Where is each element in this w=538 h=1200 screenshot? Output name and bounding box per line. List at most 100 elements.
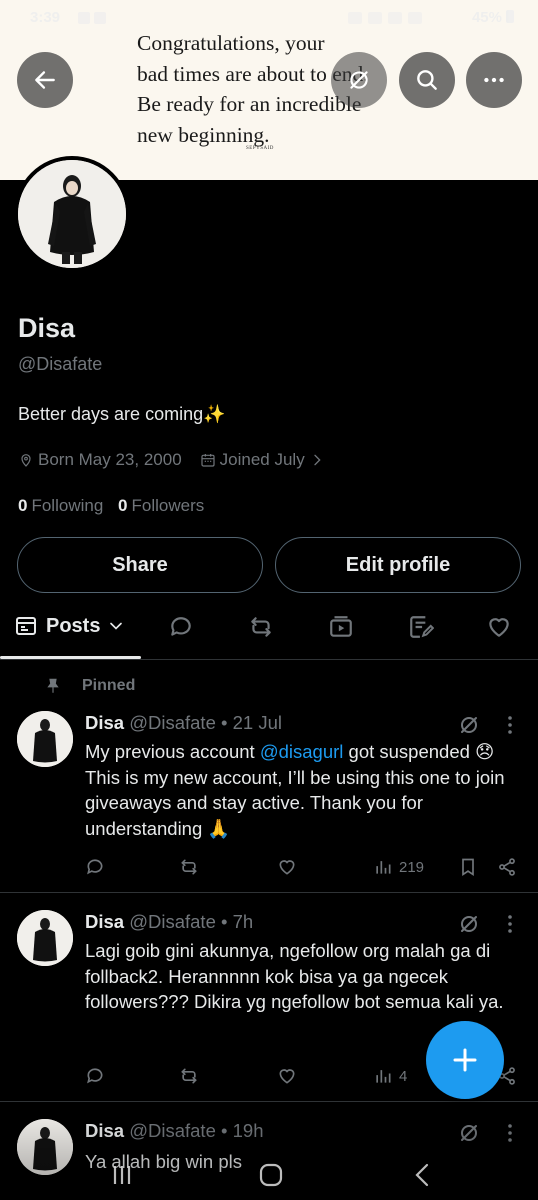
back-button[interactable] [17, 52, 73, 108]
plus-icon [453, 1048, 477, 1072]
views-button[interactable]: 219 [373, 855, 424, 879]
post-author-handle[interactable]: @Disafate [129, 712, 216, 733]
profile-tabs: Posts [0, 600, 538, 660]
post-header: Disa @Disafate • 21 Jul [85, 712, 283, 733]
back-nav-icon[interactable] [410, 1162, 436, 1188]
joined-item[interactable]: Joined July [200, 450, 329, 470]
profile-meta: Born May 23, 2000 Joined July [18, 450, 347, 470]
notification-icons [78, 11, 114, 24]
recents-icon[interactable] [109, 1162, 135, 1188]
profile-handle: @Disafate [18, 354, 103, 374]
follow-counts: 0 Following 0 Followers [18, 496, 214, 516]
profile-name: Disa [18, 313, 76, 343]
chevron-down-icon [110, 622, 123, 630]
system-nav-bar [0, 1150, 538, 1200]
repost-button[interactable] [179, 855, 199, 879]
reply-button[interactable] [85, 855, 105, 879]
joined-text: Joined July [219, 450, 305, 469]
like-button[interactable] [277, 1064, 297, 1088]
arrow-left-icon [35, 71, 55, 89]
repost-icon [181, 1068, 197, 1084]
tab-posts[interactable]: Posts [14, 614, 134, 638]
posts-tab-icon [16, 617, 36, 635]
more-vertical-icon[interactable] [507, 914, 513, 934]
grok-icon[interactable] [457, 713, 481, 737]
following-label: Following [31, 496, 104, 515]
share-button[interactable]: Share [17, 537, 263, 593]
chevron-right-icon [314, 454, 321, 466]
post-time[interactable]: 7h [233, 911, 254, 932]
system-icons [348, 11, 448, 24]
status-bar: 3:39 45% [0, 0, 538, 34]
pinned-indicator: Pinned [44, 677, 135, 695]
more-horizontal-icon [484, 77, 504, 83]
active-tab-indicator [0, 656, 141, 659]
profile-avatar[interactable] [14, 156, 130, 272]
post-author-name[interactable]: Disa [85, 1120, 124, 1141]
like-button[interactable] [277, 855, 297, 879]
banner-quote: Congratulations, your bad times are abou… [137, 31, 369, 147]
post-time[interactable]: 19h [233, 1120, 264, 1141]
calendar-icon [201, 454, 215, 467]
location-pin-icon [21, 454, 31, 467]
post-mention[interactable]: @disagurl [260, 741, 344, 762]
tab-articles[interactable] [408, 614, 434, 640]
views-count: 219 [399, 858, 425, 876]
grok-icon[interactable] [457, 912, 481, 936]
post-avatar[interactable] [17, 910, 73, 966]
post-author-name[interactable]: Disa [85, 712, 124, 733]
followers-count: 0 [118, 496, 128, 515]
edit-profile-button[interactable]: Edit profile [275, 537, 521, 593]
banner-signature: SEPYSAID [246, 146, 274, 151]
post-time[interactable]: 21 Jul [233, 712, 282, 733]
bookmark-icon [462, 858, 474, 877]
tab-reposts[interactable] [248, 614, 274, 640]
battery-level: 45% [471, 9, 502, 26]
birthday-text: Born May 23, 2000 [38, 450, 182, 469]
post-text: My previous account @disagurl got suspen… [85, 739, 515, 841]
analytics-icon [376, 1070, 391, 1083]
post-author-handle[interactable]: @Disafate [129, 911, 216, 932]
following-count: 0 [18, 496, 28, 515]
compose-post-button[interactable] [426, 1021, 504, 1099]
reply-icon [87, 1068, 103, 1084]
profile-bio: Better days are coming✨ [18, 404, 226, 424]
post-author-handle[interactable]: @Disafate [129, 1120, 216, 1141]
analytics-icon [376, 861, 391, 874]
post-divider [0, 1101, 538, 1102]
birthday-item: Born May 23, 2000 [18, 450, 182, 470]
post-author-name[interactable]: Disa [85, 911, 124, 932]
followers-link[interactable]: 0 Followers [118, 496, 204, 515]
views-button[interactable]: 4 [373, 1064, 407, 1088]
share-icon [499, 858, 515, 876]
tab-replies[interactable] [168, 614, 194, 640]
post-header: Disa @Disafate • 19h [85, 1120, 264, 1141]
reply-button[interactable] [85, 1064, 105, 1088]
bookmark-button[interactable] [458, 855, 478, 879]
repost-button[interactable] [179, 1064, 199, 1088]
following-link[interactable]: 0 Following [18, 496, 103, 515]
share-post-button[interactable] [497, 855, 517, 879]
post-divider [0, 892, 538, 893]
post-header: Disa @Disafate • 7h [85, 911, 254, 932]
more-vertical-icon[interactable] [507, 715, 513, 735]
tab-media[interactable] [328, 614, 354, 640]
pinned-label: Pinned [82, 677, 136, 694]
post-actions: 219 [85, 855, 525, 879]
tab-likes[interactable] [486, 614, 512, 640]
pin-icon [47, 678, 59, 693]
grok-icon[interactable] [457, 1121, 481, 1145]
avatar-photo [18, 160, 126, 268]
post-text-part: My previous account [85, 741, 260, 762]
grok-button[interactable] [331, 52, 387, 108]
post-text: Lagi goib gini akunnya, ngefollow org ma… [85, 940, 504, 1012]
more-vertical-icon[interactable] [507, 1123, 513, 1143]
grok-icon [350, 71, 368, 89]
home-icon[interactable] [258, 1162, 284, 1188]
tab-posts-label: Posts [46, 614, 101, 637]
more-options-button[interactable] [466, 52, 522, 108]
post-avatar[interactable] [17, 711, 73, 767]
reply-icon [87, 859, 103, 875]
search-icon [417, 70, 437, 90]
search-button[interactable] [399, 52, 455, 108]
